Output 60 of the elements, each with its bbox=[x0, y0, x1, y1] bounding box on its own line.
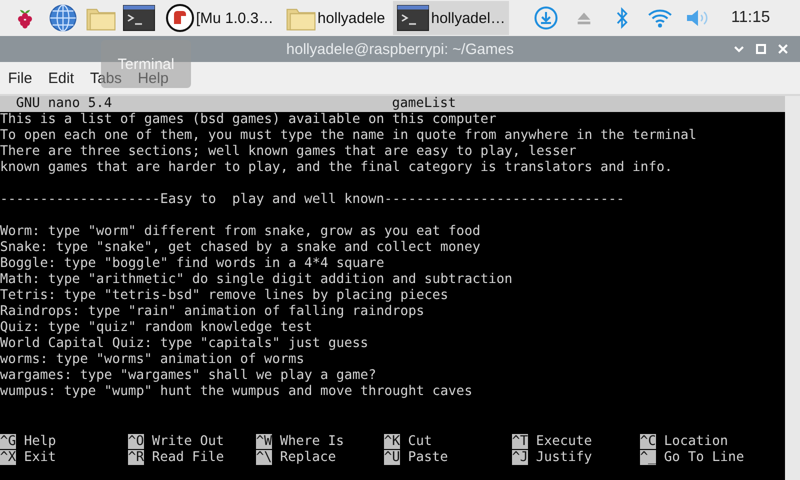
text-line: wargames: type "wargames" shall we play a game? bbox=[0, 368, 378, 384]
shortcut-key: ^W bbox=[256, 434, 272, 449]
shortcut-key: ^K bbox=[384, 434, 400, 449]
shortcut-key: ^G bbox=[0, 434, 16, 449]
text-line: There are three sections; well known games that are easy to play, lesser bbox=[0, 144, 578, 160]
text-line: worms: type "worms" animation of worms bbox=[0, 352, 306, 368]
text-line: Math: type "arithmetic" do single digit addition and subtraction bbox=[0, 272, 514, 288]
shortcut-label: Paste bbox=[408, 450, 448, 465]
text-line: Worm: type "worm" different from snake, grow as you eat food bbox=[0, 224, 482, 240]
maximize-icon[interactable] bbox=[756, 44, 766, 54]
text-line: Quiz: type "quiz" random knowledge test bbox=[0, 320, 314, 336]
shortcut-label: Where Is bbox=[280, 434, 344, 449]
window-title: hollyadele@raspberrypi: ~/Games bbox=[286, 40, 514, 58]
terminal-icon bbox=[123, 5, 155, 31]
shortcut-key: ^X bbox=[0, 450, 16, 465]
shortcut-label: Execute bbox=[536, 434, 592, 449]
text-line: wumpus: type "wump" hunt the wumpus and move throught caves bbox=[0, 384, 474, 400]
minimize-icon[interactable] bbox=[734, 44, 744, 54]
shortcut-key: ^T bbox=[512, 434, 528, 449]
shortcut-key: ^R bbox=[128, 450, 144, 465]
shortcut-label: Justify bbox=[536, 450, 592, 465]
text-line: --------------------Easy to play and well known------------------------------ bbox=[0, 192, 626, 208]
shortcut-key: ^O bbox=[128, 434, 144, 449]
shortcut-key: ^_ bbox=[640, 450, 656, 465]
taskbar-button[interactable]: [Mu 1.0.3… bbox=[162, 1, 278, 35]
text-line: Boggle: type "boggle" find words in a 4*4 square bbox=[0, 256, 386, 272]
bluetooth-icon[interactable] bbox=[615, 6, 630, 30]
shortcut-label: Write Out bbox=[152, 434, 224, 449]
shortcut-label: Location bbox=[664, 434, 728, 449]
shortcut-label: Exit bbox=[24, 450, 56, 465]
shortcut-key: ^C bbox=[640, 434, 656, 449]
globe-icon bbox=[49, 4, 77, 32]
wifi-icon[interactable] bbox=[647, 7, 674, 29]
taskbar-button[interactable]: hollyadele bbox=[282, 1, 390, 35]
shortcut-label: Read File bbox=[152, 450, 224, 465]
text-line: This is a list of games (bsd games) available on this computer bbox=[0, 112, 498, 128]
clock: 11:15 bbox=[730, 9, 771, 27]
taskbar-button[interactable]: hollyadel… bbox=[393, 1, 510, 35]
scrollbar[interactable] bbox=[785, 96, 800, 480]
close-icon[interactable] bbox=[778, 44, 788, 54]
text-line: World Capital Quiz: type "capitals" just guess bbox=[0, 336, 370, 352]
shortcut-key: ^J bbox=[512, 450, 528, 465]
shortcut-label: Go To Line bbox=[664, 450, 744, 465]
shortcut-label: Replace bbox=[280, 450, 336, 465]
shortcut-label: Help bbox=[24, 434, 56, 449]
text-line: known games that are harder to play, and the final category is translators and info. bbox=[0, 160, 674, 176]
snake-logo-icon bbox=[166, 4, 194, 32]
text-line: Snake: type "snake", get chased by a snake and collect money bbox=[0, 240, 482, 256]
shortcut-label: Cut bbox=[408, 434, 432, 449]
text-line: To open each one of them, you must type the name in quote from anywhere in the terminal bbox=[0, 128, 698, 144]
text-line: Tetris: type "tetris-bsd" remove lines by placing pieces bbox=[0, 288, 450, 304]
shortcut-key: ^\ bbox=[256, 450, 272, 465]
shortcut-key: ^U bbox=[384, 450, 400, 465]
terminal-icon bbox=[397, 5, 430, 31]
text-line: Raindrops: type "rain" animation of falling raindrops bbox=[0, 304, 426, 320]
download-icon[interactable] bbox=[534, 6, 558, 30]
menu-item[interactable]: File bbox=[8, 70, 32, 86]
file-name: gameList bbox=[392, 96, 456, 112]
version-label: GNU nano 5.4 bbox=[15, 96, 114, 112]
menu-item[interactable]: Edit bbox=[48, 70, 74, 86]
